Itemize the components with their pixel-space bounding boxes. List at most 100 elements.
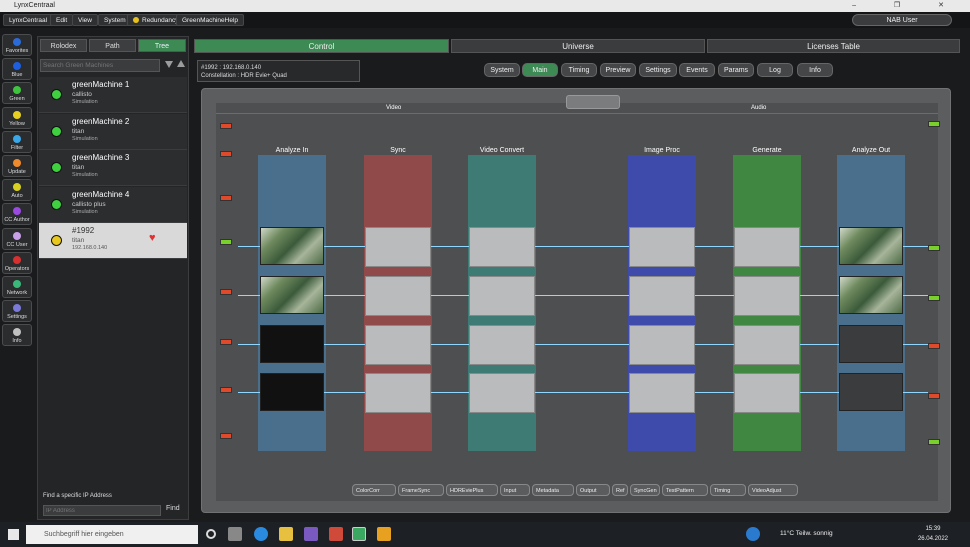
processing-block[interactable]: [629, 227, 695, 267]
filter-icon[interactable]: [165, 61, 173, 68]
tab-universe[interactable]: Universe: [451, 39, 705, 53]
window-controls[interactable]: – ❐ ✕: [852, 0, 962, 12]
func-syncgen[interactable]: SyncGen: [630, 484, 660, 496]
tool-auto[interactable]: Auto: [2, 179, 32, 202]
func-input[interactable]: Input: [500, 484, 530, 496]
ip-address-input[interactable]: [43, 505, 161, 516]
processing-block[interactable]: [734, 373, 800, 413]
find-button[interactable]: Find: [166, 505, 180, 512]
edge-browser-icon[interactable]: [254, 527, 268, 541]
tool-yellow[interactable]: Yellow: [2, 106, 32, 129]
yellow-app-icon[interactable]: [377, 527, 391, 541]
store-icon[interactable]: [304, 527, 318, 541]
processing-block[interactable]: [629, 373, 695, 413]
output-port-indicator[interactable]: [928, 439, 940, 445]
output-port-indicator[interactable]: [928, 121, 940, 127]
device-item[interactable]: greenMachine 3 titan Simulation: [39, 150, 187, 186]
tool-settings[interactable]: Settings: [2, 300, 32, 323]
menu-lynxcentraal[interactable]: LynxCentraal: [3, 14, 54, 26]
weather-widget[interactable]: 11°C Teilw. sonnig: [780, 530, 833, 537]
search-input[interactable]: [40, 59, 160, 72]
input-port-indicator[interactable]: [220, 239, 232, 245]
input-preview-thumbnail[interactable]: [260, 276, 324, 314]
task-view-icon[interactable]: [206, 529, 216, 539]
tab-licenses-table[interactable]: Licenses Table: [707, 39, 960, 53]
device-item[interactable]: greenMachine 4 callisto plus Simulation: [39, 186, 187, 223]
windows-start-icon[interactable]: [8, 529, 19, 540]
menu-view[interactable]: View: [72, 14, 98, 26]
output-port-indicator[interactable]: [928, 245, 940, 251]
widgets-icon[interactable]: [228, 527, 242, 541]
output-port-indicator[interactable]: [928, 295, 940, 301]
device-item[interactable]: greenMachine 2 titan Simulation: [39, 113, 187, 150]
processing-block[interactable]: [365, 227, 431, 267]
input-port-indicator[interactable]: [220, 123, 232, 129]
func-timing[interactable]: Timing: [710, 484, 746, 496]
tool-operators[interactable]: Operators: [2, 251, 32, 274]
processing-block[interactable]: [734, 325, 800, 365]
tool-network[interactable]: Network: [2, 276, 32, 298]
func-testpattern[interactable]: TestPattern: [662, 484, 708, 496]
app-icon[interactable]: [329, 527, 343, 541]
taskbar-clock[interactable]: 15:39 26.04.2022: [918, 524, 948, 544]
device-item[interactable]: #1992 titan 192.168.0.140 ♥: [39, 223, 187, 259]
system-tray-icon[interactable]: [746, 527, 760, 541]
input-preview-thumbnail[interactable]: [260, 373, 324, 411]
input-preview-thumbnail[interactable]: [260, 325, 324, 363]
sort-icon[interactable]: [177, 60, 185, 67]
input-port-indicator[interactable]: [220, 387, 232, 393]
tool-update[interactable]: Update: [2, 155, 32, 177]
output-port-indicator[interactable]: [928, 343, 940, 349]
processing-block[interactable]: [469, 373, 535, 413]
input-port-indicator[interactable]: [220, 195, 232, 201]
func-hdrevieplus[interactable]: HDREviePlus: [446, 484, 498, 496]
processing-block[interactable]: [365, 325, 431, 365]
tool-info[interactable]: Info: [2, 324, 32, 347]
lynxcentraal-taskbar-icon[interactable]: [352, 527, 366, 541]
func-framesync[interactable]: FrameSync: [398, 484, 444, 496]
subtab-main[interactable]: Main: [522, 63, 558, 77]
tool-favorites[interactable]: Favorites: [2, 34, 32, 56]
processing-block[interactable]: [629, 276, 695, 316]
menu-help[interactable]: GreenMachineHelp: [176, 14, 245, 26]
subtab-events[interactable]: Events: [679, 63, 715, 77]
subtab-params[interactable]: Params: [718, 63, 754, 77]
input-port-indicator[interactable]: [220, 339, 232, 345]
output-preview-thumbnail[interactable]: [839, 276, 903, 314]
tool-filter[interactable]: Filter: [2, 130, 32, 153]
tool-blue[interactable]: Blue: [2, 58, 32, 81]
output-preview-thumbnail[interactable]: [839, 325, 903, 363]
subtab-info[interactable]: Info: [797, 63, 833, 77]
zoom-controls[interactable]: [566, 95, 620, 109]
func-colorcorr[interactable]: ColorCorr: [352, 484, 396, 496]
input-preview-thumbnail[interactable]: [260, 227, 324, 265]
subtab-log[interactable]: Log: [757, 63, 793, 77]
processing-block[interactable]: [734, 276, 800, 316]
processing-block[interactable]: [469, 276, 535, 316]
user-badge[interactable]: NAB User: [852, 14, 952, 26]
tab-control[interactable]: Control: [194, 39, 449, 53]
menu-edit[interactable]: Edit: [50, 14, 74, 26]
input-port-indicator[interactable]: [220, 151, 232, 157]
output-port-indicator[interactable]: [928, 393, 940, 399]
input-port-indicator[interactable]: [220, 433, 232, 439]
processing-block[interactable]: [469, 325, 535, 365]
tab-path[interactable]: Path: [89, 39, 136, 52]
favorite-heart-icon[interactable]: ♥: [149, 232, 156, 244]
func-ref[interactable]: Ref: [612, 484, 628, 496]
output-preview-thumbnail[interactable]: [839, 227, 903, 265]
subtab-timing[interactable]: Timing: [561, 63, 597, 77]
tab-rolodex[interactable]: Rolodex: [40, 39, 87, 52]
processing-block[interactable]: [469, 227, 535, 267]
func-videoadjust[interactable]: VideoAdjust: [748, 484, 798, 496]
processing-block[interactable]: [734, 227, 800, 267]
output-preview-thumbnail[interactable]: [839, 373, 903, 411]
file-explorer-icon[interactable]: [279, 527, 293, 541]
input-port-indicator[interactable]: [220, 289, 232, 295]
tool-cc-author[interactable]: CC Author: [2, 203, 32, 226]
tool-green[interactable]: Green: [2, 82, 32, 105]
processing-block[interactable]: [365, 276, 431, 316]
subtab-settings[interactable]: Settings: [639, 63, 677, 77]
device-item[interactable]: greenMachine 1 callisto Simulation: [39, 77, 187, 113]
processing-block[interactable]: [365, 373, 431, 413]
